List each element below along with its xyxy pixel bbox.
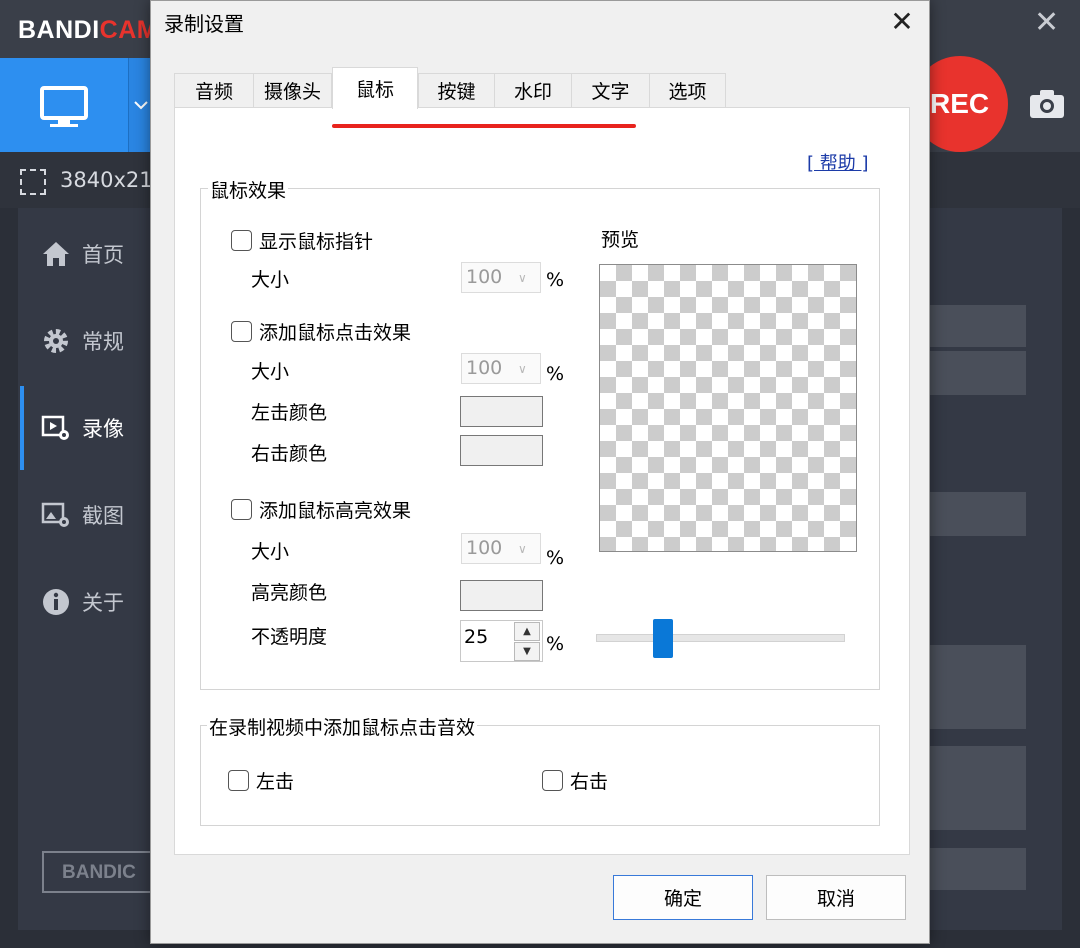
cursor-size-label: 大小 <box>251 269 290 291</box>
sidebar-item-general[interactable]: 常规 <box>40 321 124 361</box>
monitor-icon <box>40 86 88 127</box>
opacity-slider-thumb[interactable] <box>653 619 673 658</box>
sidebar-item-label: 首页 <box>82 243 124 267</box>
content-row <box>928 492 1026 536</box>
checkbox-label: 添加鼠标高亮效果 <box>259 500 412 522</box>
percent-unit: % <box>546 269 565 291</box>
sidebar-item-about[interactable]: 关于 <box>40 582 124 622</box>
right-click-color-label: 右击颜色 <box>251 443 328 465</box>
combo-value: 100 <box>466 266 503 288</box>
bandicam-logo: BANDICAM <box>18 16 159 44</box>
gear-icon <box>40 325 72 357</box>
help-link[interactable]: [ 帮助 ] <box>807 149 869 175</box>
content-row <box>928 305 1026 347</box>
chevron-down-icon: ∨ <box>518 271 527 285</box>
checkbox-box <box>542 770 563 791</box>
opacity-spinbox[interactable]: 25 ▲ ▼ <box>460 620 543 662</box>
bandicam-bottom-logo: BANDIC <box>42 851 154 893</box>
percent-unit: % <box>546 547 565 569</box>
image-settings-icon <box>40 499 72 531</box>
tab-mouse[interactable]: 鼠标 <box>332 67 418 109</box>
combo-value: 100 <box>466 357 503 379</box>
checkbox-label: 显示鼠标指针 <box>259 231 374 253</box>
cancel-button[interactable]: 取消 <box>766 875 906 920</box>
region-select-icon <box>20 169 46 195</box>
left-click-sound-checkbox[interactable]: 左击 <box>228 767 294 794</box>
mode-dropdown-button[interactable] <box>128 58 152 152</box>
click-size-label: 大小 <box>251 361 290 383</box>
highlight-color-button[interactable] <box>460 580 543 611</box>
dialog-title: 录制设置 <box>164 12 244 36</box>
dialog-close-button[interactable]: ✕ <box>885 5 919 39</box>
checkbox-box <box>231 230 252 251</box>
left-click-color-button[interactable] <box>460 396 543 427</box>
chevron-down-icon: ∨ <box>518 362 527 376</box>
opacity-value: 25 <box>464 626 489 648</box>
tab-keys[interactable]: 按键 <box>418 73 495 107</box>
camera-icon[interactable] <box>1028 88 1066 120</box>
sidebar-item-home[interactable]: 首页 <box>40 234 124 274</box>
opacity-label: 不透明度 <box>251 626 328 648</box>
checkbox-box <box>231 321 252 342</box>
video-settings-icon <box>40 412 72 444</box>
sidebar-item-video[interactable]: 录像 <box>40 408 124 448</box>
tab-options[interactable]: 选项 <box>649 73 726 107</box>
highlight-color-label: 高亮颜色 <box>251 582 328 604</box>
ok-button[interactable]: 确定 <box>613 875 753 920</box>
highlight-size-combo[interactable]: 100 ∨ <box>461 533 541 564</box>
spin-down-button[interactable]: ▼ <box>514 642 540 661</box>
click-sound-group <box>200 725 880 826</box>
right-click-color-button[interactable] <box>460 435 543 466</box>
active-nav-indicator <box>20 386 24 470</box>
screen-mode-button[interactable] <box>0 58 128 152</box>
checkbox-label: 右击 <box>570 771 609 793</box>
main-sidebar <box>18 208 154 930</box>
cursor-size-combo[interactable]: 100 ∨ <box>461 262 541 293</box>
click-sound-group-title: 在录制视频中添加鼠标点击音效 <box>207 713 478 740</box>
content-row <box>928 645 1026 729</box>
info-icon <box>40 586 72 618</box>
click-effect-checkbox[interactable]: 添加鼠标点击效果 <box>231 318 411 345</box>
checkbox-box <box>228 770 249 791</box>
highlight-size-label: 大小 <box>251 541 290 563</box>
preview-label: 预览 <box>601 229 640 251</box>
content-row <box>928 848 1026 890</box>
click-size-combo[interactable]: 100 ∨ <box>461 353 541 384</box>
tab-watermark[interactable]: 水印 <box>494 73 572 107</box>
show-cursor-checkbox[interactable]: 显示鼠标指针 <box>231 227 373 254</box>
tab-audio[interactable]: 音频 <box>174 73 254 107</box>
mouse-effects-group-title: 鼠标效果 <box>208 176 289 203</box>
checkbox-label: 添加鼠标点击效果 <box>259 322 412 344</box>
tab-highlight-underline <box>332 124 636 128</box>
home-icon <box>40 238 72 270</box>
combo-value: 100 <box>466 537 503 559</box>
recording-settings-dialog: 录制设置 ✕ 音频 摄像头 鼠标 按键 水印 文字 选项 [ 帮助 ] 鼠标效果… <box>150 0 930 944</box>
preview-canvas <box>599 264 857 552</box>
highlight-effect-checkbox[interactable]: 添加鼠标高亮效果 <box>231 496 411 523</box>
content-row <box>928 746 1026 830</box>
left-click-color-label: 左击颜色 <box>251 402 328 424</box>
tab-webcam[interactable]: 摄像头 <box>253 73 332 107</box>
checkbox-box <box>231 499 252 520</box>
percent-unit: % <box>546 633 565 655</box>
checkbox-label: 左击 <box>256 771 295 793</box>
sidebar-item-label: 录像 <box>82 417 124 441</box>
content-row <box>928 351 1026 395</box>
percent-unit: % <box>546 363 565 385</box>
spin-up-button[interactable]: ▲ <box>514 622 540 641</box>
right-click-sound-checkbox[interactable]: 右击 <box>542 767 608 794</box>
main-close-button[interactable]: ✕ <box>1034 8 1059 38</box>
opacity-slider-track[interactable] <box>596 634 845 642</box>
sidebar-item-label: 关于 <box>82 591 124 615</box>
sidebar-item-label: 常规 <box>82 330 124 354</box>
chevron-down-icon: ∨ <box>518 542 527 556</box>
tab-text[interactable]: 文字 <box>571 73 650 107</box>
sidebar-item-screenshot[interactable]: 截图 <box>40 495 124 535</box>
sidebar-item-label: 截图 <box>82 504 124 528</box>
record-button-label: REC <box>930 88 990 119</box>
